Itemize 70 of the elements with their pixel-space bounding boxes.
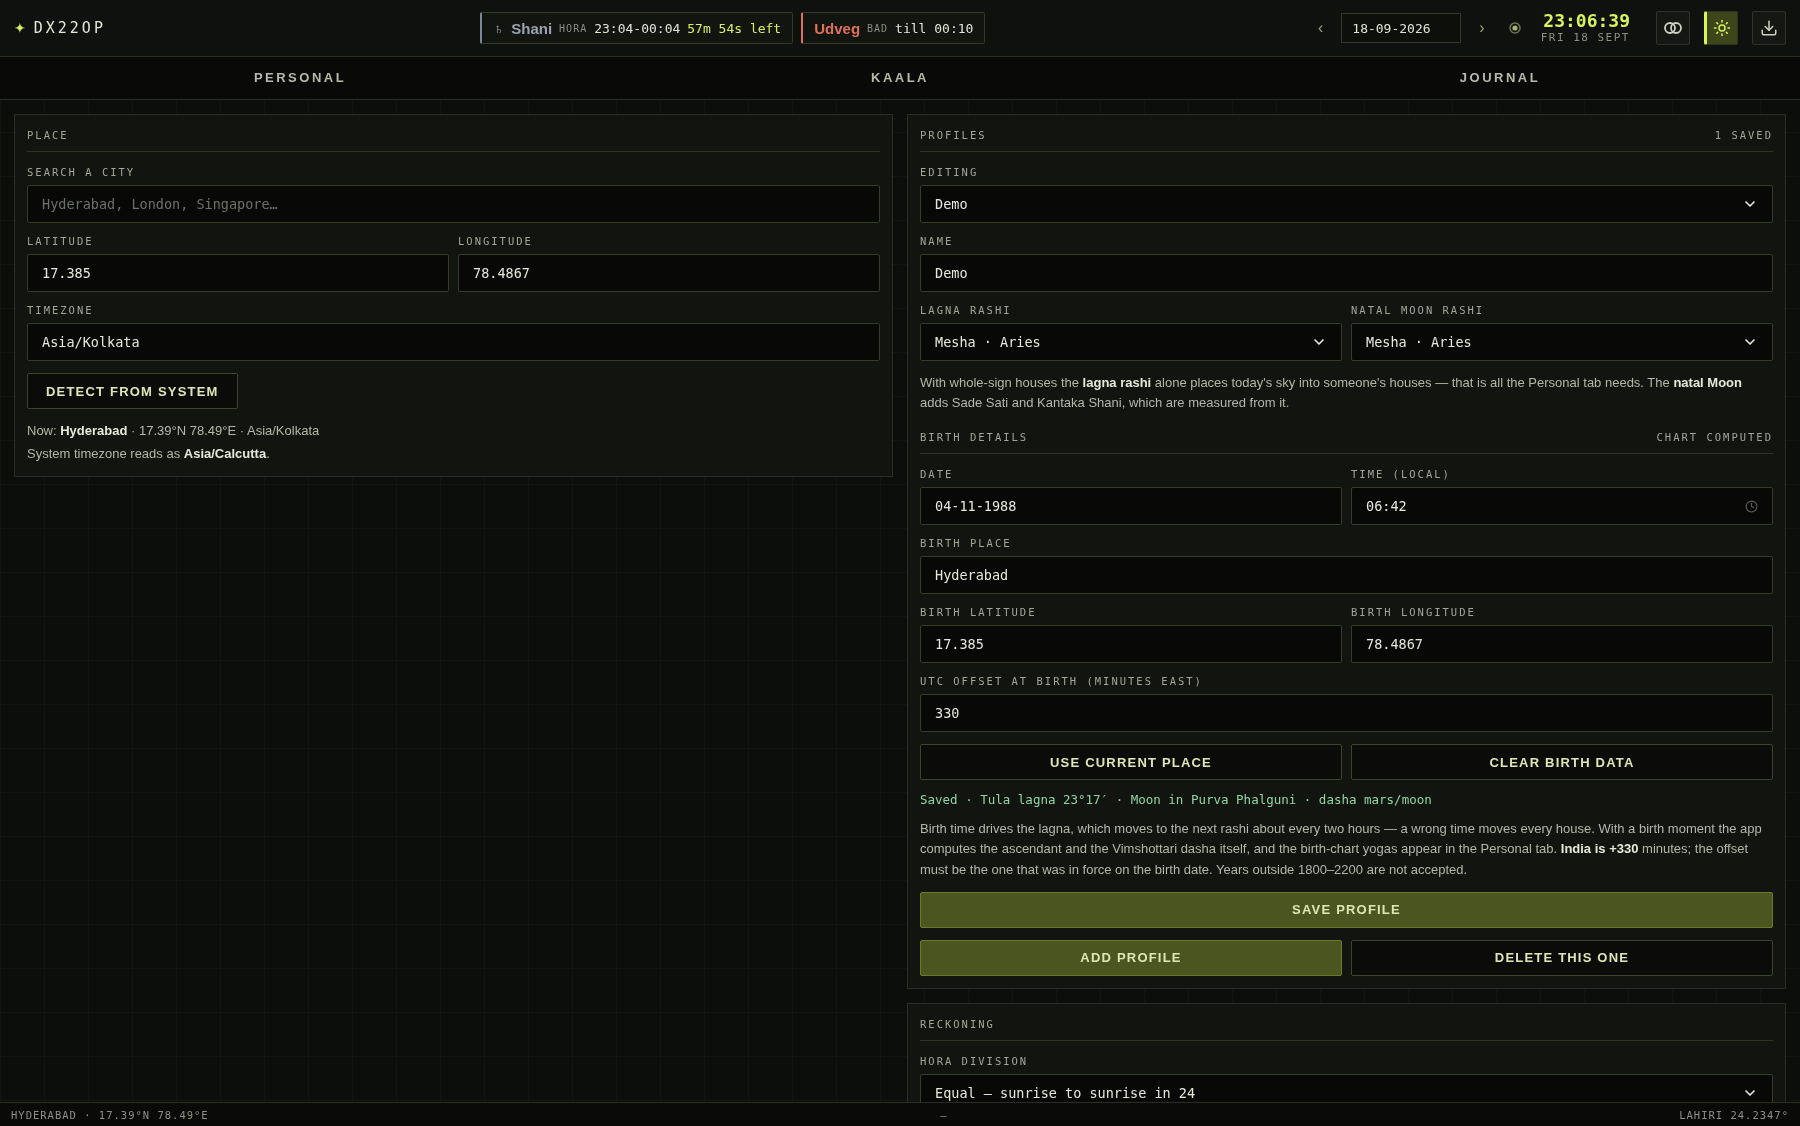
action-button[interactable]: CLEAR BIRTH DATA bbox=[1351, 744, 1773, 781]
download-icon bbox=[1760, 19, 1778, 37]
field-label: BIRTH LATITUDE bbox=[920, 606, 1038, 619]
field-label: EDITING bbox=[920, 166, 980, 178]
help-text: With whole-sign houses the lagna rashi alone places today's sky into someone's houses — that is all the Personal tab needs. The natal Moon adds Sade Sati and Kantaka Shani, which are measured from it. bbox=[920, 374, 1743, 413]
next-day-button[interactable]: › bbox=[1469, 19, 1495, 37]
brand-mark: ✦ bbox=[14, 20, 26, 36]
field-label: NATAL MOON RASHI bbox=[1351, 304, 1486, 316]
status-location: HYDERABAD · 17.39°N 78.49°E bbox=[11, 1108, 209, 1121]
time-field[interactable]: 06:42 bbox=[1351, 487, 1773, 526]
tab[interactable]: KAALA bbox=[600, 57, 1200, 99]
input-field[interactable]: 330 bbox=[920, 694, 1773, 733]
input-field[interactable]: Hyderabad bbox=[920, 556, 1773, 595]
info-text: System timezone reads as Asia/Calcutta. bbox=[27, 445, 271, 464]
panel-title: RECKONING bbox=[920, 1017, 995, 1030]
select-field[interactable]: Mesha · Aries bbox=[1351, 323, 1773, 361]
brand-name: DX22OP bbox=[33, 19, 106, 37]
field-label: BIRTH LONGITUDE bbox=[1351, 606, 1477, 619]
sun-icon bbox=[1713, 19, 1731, 37]
search-field[interactable]: Hyderabad, London, Singapore… bbox=[27, 185, 880, 223]
field-label: DATE bbox=[920, 468, 955, 481]
clock-date: FRI 18 SEPT bbox=[1540, 30, 1630, 44]
input-field[interactable]: 17.385 bbox=[920, 625, 1342, 664]
hora-indicator: ♄ Shani HORA 23:04-00:04 57m 54s left bbox=[480, 12, 794, 44]
field-label: LONGITUDE bbox=[458, 235, 534, 247]
toolbar-button[interactable] bbox=[1752, 11, 1786, 45]
section-meta: CHART COMPUTED bbox=[1656, 431, 1773, 444]
input-field[interactable]: Demo bbox=[920, 254, 1773, 292]
field-label: UTC OFFSET AT BIRTH (MINUTES EAST) bbox=[920, 675, 1204, 688]
field-label: SEARCH A CITY bbox=[27, 166, 137, 178]
action-button[interactable]: ADD PROFILE bbox=[920, 939, 1342, 976]
action-button[interactable]: USE CURRENT PLACE bbox=[920, 744, 1342, 781]
choghadiya-indicator: Udveg BAD till 00:10 bbox=[801, 12, 986, 44]
panel-meta: 1 SAVED bbox=[1714, 129, 1773, 141]
toolbar-button[interactable] bbox=[1656, 11, 1690, 45]
input-field[interactable]: 78.4867 bbox=[458, 254, 880, 292]
clock-time: 23:06:39 bbox=[1543, 12, 1630, 31]
status-ayanamsa: LAHIRI 24.2347° bbox=[1679, 1108, 1789, 1121]
action-button[interactable]: DETECT FROM SYSTEM bbox=[27, 373, 238, 409]
field-label: LAGNA RASHI bbox=[920, 304, 1013, 316]
live-dot-icon bbox=[1508, 22, 1521, 34]
input-field[interactable]: 04-11-1988 bbox=[920, 487, 1342, 526]
field-label: LATITUDE bbox=[27, 235, 95, 247]
clock-icon bbox=[1745, 499, 1758, 513]
field-label: HORA DIVISION bbox=[920, 1054, 1030, 1067]
input-field[interactable]: 78.4867 bbox=[1351, 625, 1773, 664]
field-label: TIMEZONE bbox=[27, 304, 95, 316]
action-button[interactable]: DELETE THIS ONE bbox=[1351, 939, 1773, 976]
tab[interactable]: JOURNAL bbox=[1200, 57, 1800, 99]
field-label: NAME bbox=[920, 235, 955, 247]
input-field[interactable]: 17.385 bbox=[27, 254, 449, 292]
section-heading: BIRTH DETAILS bbox=[920, 431, 1029, 444]
tab[interactable]: PERSONAL bbox=[0, 57, 600, 99]
toolbar-button[interactable] bbox=[1704, 11, 1738, 45]
select-field[interactable]: Demo bbox=[920, 185, 1773, 223]
rings-icon bbox=[1664, 21, 1682, 35]
status-text: Saved · Tula lagna 23°17′ · Moon in Purva Phalguni · dasha mars/moon bbox=[920, 792, 1433, 808]
info-text: Now: Hyderabad · 17.39°N 78.49°E · Asia/Kolkata bbox=[27, 422, 321, 440]
date-field[interactable]: 18-09-2026 bbox=[1341, 13, 1462, 43]
field-label: BIRTH PLACE bbox=[920, 537, 1013, 550]
panel-title: PROFILES bbox=[920, 129, 987, 141]
input-field[interactable]: Asia/Kolkata bbox=[27, 323, 880, 361]
previous-day-button[interactable]: ‹ bbox=[1308, 19, 1334, 37]
select-field[interactable]: Mesha · Aries bbox=[920, 323, 1342, 361]
panel-title: PLACE bbox=[27, 129, 69, 141]
help-text: Birth time drives the lagna, which moves to the next rashi about every two hours — a wrong time moves every house. With a birth moment the app computes the ascendant and the Vimshottari dasha itself, and the birth-chart yogas appear in the Personal tab. India is +330 minutes; the offset must be the one that was in force on the birth date. Years outside 1800–2200 are not accepted. bbox=[920, 820, 1763, 879]
status-middle: — bbox=[940, 1108, 948, 1121]
field-label: TIME (LOCAL) bbox=[1351, 468, 1452, 481]
action-button[interactable]: SAVE PROFILE bbox=[920, 891, 1773, 928]
select-field[interactable]: Equal — sunrise to sunrise in 24 bbox=[920, 1073, 1773, 1102]
